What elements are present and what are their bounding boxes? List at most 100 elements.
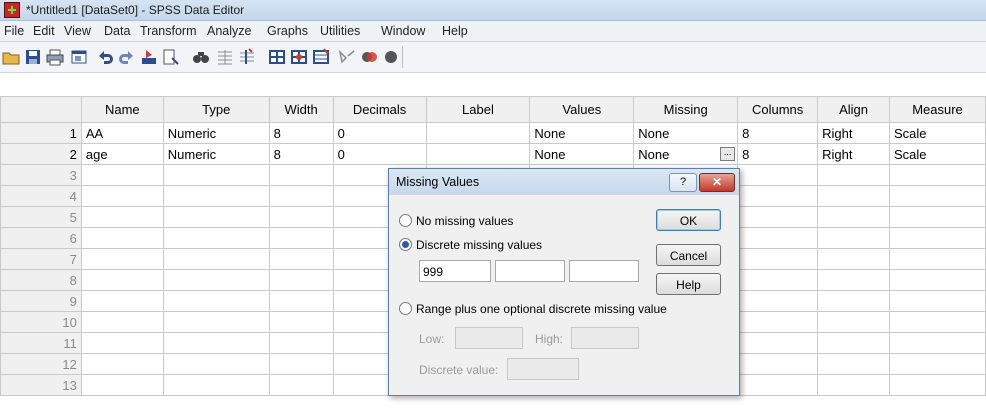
discrete-value-3-input[interactable] bbox=[569, 260, 639, 282]
empty-cell[interactable] bbox=[737, 206, 819, 228]
empty-cell[interactable] bbox=[268, 353, 334, 375]
empty-cell[interactable] bbox=[737, 185, 819, 207]
cell-name[interactable]: age bbox=[80, 143, 164, 165]
insert-variable-icon[interactable] bbox=[238, 48, 256, 66]
row-number[interactable]: 12 bbox=[0, 353, 82, 375]
empty-cell[interactable] bbox=[817, 332, 890, 354]
cell-align[interactable]: Right bbox=[817, 143, 890, 165]
cell-type[interactable]: Numeric bbox=[162, 143, 270, 165]
empty-cell[interactable] bbox=[80, 353, 164, 375]
header-name[interactable]: Name bbox=[80, 96, 164, 123]
empty-cell[interactable] bbox=[889, 332, 986, 354]
cell-name[interactable]: AA bbox=[80, 122, 164, 144]
empty-cell[interactable] bbox=[737, 248, 819, 270]
empty-cell[interactable] bbox=[268, 164, 334, 186]
cell-measure[interactable]: Scale bbox=[889, 122, 986, 144]
empty-cell[interactable] bbox=[268, 290, 334, 312]
cell-decimals[interactable]: 0 bbox=[332, 143, 427, 165]
empty-cell[interactable] bbox=[737, 164, 819, 186]
print-icon[interactable] bbox=[46, 48, 64, 66]
empty-cell[interactable] bbox=[162, 311, 270, 333]
empty-cell[interactable] bbox=[162, 332, 270, 354]
empty-cell[interactable] bbox=[817, 227, 890, 249]
corner-cell[interactable] bbox=[0, 96, 82, 123]
row-number[interactable]: 3 bbox=[0, 164, 82, 186]
empty-cell[interactable] bbox=[162, 248, 270, 270]
select-cases-icon[interactable] bbox=[312, 48, 330, 66]
show-all-icon[interactable] bbox=[382, 48, 400, 66]
row-number[interactable]: 2 bbox=[0, 143, 82, 165]
discrete-value-input[interactable] bbox=[507, 358, 579, 380]
use-sets-icon[interactable] bbox=[360, 48, 378, 66]
empty-cell[interactable] bbox=[162, 227, 270, 249]
row-number[interactable]: 10 bbox=[0, 311, 82, 333]
weight-cases-icon[interactable] bbox=[290, 48, 308, 66]
menu-utilities[interactable]: Utilities bbox=[320, 24, 360, 38]
cell-columns[interactable]: 8 bbox=[737, 122, 819, 144]
empty-cell[interactable] bbox=[817, 206, 890, 228]
empty-cell[interactable] bbox=[889, 164, 986, 186]
empty-cell[interactable] bbox=[268, 311, 334, 333]
radio-button[interactable] bbox=[399, 214, 412, 227]
empty-cell[interactable] bbox=[80, 332, 164, 354]
redo-icon[interactable] bbox=[118, 48, 136, 66]
high-input[interactable] bbox=[571, 327, 639, 349]
empty-cell[interactable] bbox=[80, 206, 164, 228]
empty-cell[interactable] bbox=[268, 269, 334, 291]
menu-view[interactable]: View bbox=[64, 24, 91, 38]
row-number[interactable]: 1 bbox=[0, 122, 82, 144]
header-label[interactable]: Label bbox=[425, 96, 531, 123]
empty-cell[interactable] bbox=[737, 311, 819, 333]
radio-button-selected[interactable] bbox=[399, 238, 412, 251]
empty-cell[interactable] bbox=[268, 206, 334, 228]
dialog-recall-icon[interactable] bbox=[70, 48, 88, 66]
empty-cell[interactable] bbox=[162, 290, 270, 312]
empty-cell[interactable] bbox=[737, 290, 819, 312]
row-number[interactable]: 13 bbox=[0, 374, 82, 396]
help-button[interactable]: Help bbox=[656, 273, 721, 295]
empty-cell[interactable] bbox=[80, 269, 164, 291]
cell-type[interactable]: Numeric bbox=[162, 122, 270, 144]
empty-cell[interactable] bbox=[162, 206, 270, 228]
empty-cell[interactable] bbox=[817, 290, 890, 312]
empty-cell[interactable] bbox=[889, 269, 986, 291]
empty-cell[interactable] bbox=[80, 164, 164, 186]
cell-width[interactable]: 8 bbox=[268, 122, 334, 144]
empty-cell[interactable] bbox=[817, 164, 890, 186]
empty-cell[interactable] bbox=[268, 248, 334, 270]
find-icon[interactable] bbox=[192, 48, 210, 66]
radio-discrete[interactable]: Discrete missing values bbox=[399, 238, 542, 252]
menu-transform[interactable]: Transform bbox=[140, 24, 197, 38]
empty-cell[interactable] bbox=[80, 311, 164, 333]
menu-edit[interactable]: Edit bbox=[33, 24, 55, 38]
row-number[interactable]: 5 bbox=[0, 206, 82, 228]
empty-cell[interactable] bbox=[162, 269, 270, 291]
header-measure[interactable]: Measure bbox=[889, 96, 986, 123]
split-file-icon[interactable] bbox=[268, 48, 286, 66]
empty-cell[interactable] bbox=[817, 248, 890, 270]
radio-no-missing[interactable]: No missing values bbox=[399, 214, 513, 228]
empty-cell[interactable] bbox=[889, 227, 986, 249]
header-type[interactable]: Type bbox=[162, 96, 270, 123]
empty-cell[interactable] bbox=[737, 353, 819, 375]
empty-cell[interactable] bbox=[889, 353, 986, 375]
empty-cell[interactable] bbox=[889, 290, 986, 312]
header-values[interactable]: Values bbox=[529, 96, 635, 123]
cell-decimals[interactable]: 0 bbox=[332, 122, 427, 144]
empty-cell[interactable] bbox=[889, 206, 986, 228]
missing-ellipsis-button[interactable]: ... bbox=[720, 147, 736, 161]
empty-cell[interactable] bbox=[737, 227, 819, 249]
empty-cell[interactable] bbox=[268, 332, 334, 354]
ok-button[interactable]: OK bbox=[656, 209, 721, 231]
menu-window[interactable]: Window bbox=[381, 24, 425, 38]
row-number[interactable]: 7 bbox=[0, 248, 82, 270]
insert-case-icon[interactable] bbox=[216, 48, 234, 66]
empty-cell[interactable] bbox=[817, 374, 890, 396]
empty-cell[interactable] bbox=[889, 311, 986, 333]
empty-cell[interactable] bbox=[817, 311, 890, 333]
row-number[interactable]: 8 bbox=[0, 269, 82, 291]
empty-cell[interactable] bbox=[817, 269, 890, 291]
empty-cell[interactable] bbox=[80, 248, 164, 270]
header-width[interactable]: Width bbox=[268, 96, 334, 123]
empty-cell[interactable] bbox=[737, 332, 819, 354]
